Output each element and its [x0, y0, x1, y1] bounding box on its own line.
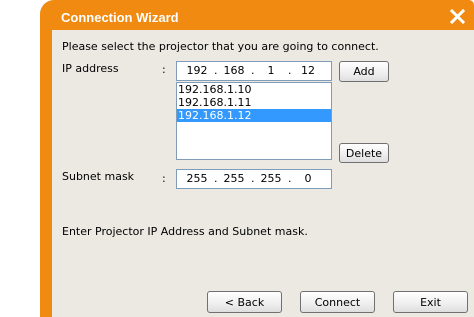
- subnet-octet-1[interactable]: [182, 171, 212, 187]
- subnet-mask-label: Subnet mask: [62, 170, 135, 183]
- instruction-text: Please select the projector that you are…: [62, 40, 379, 53]
- back-button[interactable]: < Back: [207, 291, 282, 313]
- ip-list-item[interactable]: 192.168.1.10: [177, 83, 331, 96]
- ip-octet-2[interactable]: [219, 63, 249, 79]
- ip-list-item[interactable]: 192.168.1.12: [177, 109, 331, 122]
- ip-octet-4[interactable]: [293, 63, 323, 79]
- subnet-octet-4[interactable]: [293, 171, 323, 187]
- close-button[interactable]: [449, 8, 466, 25]
- title-bar: Connection Wizard: [40, 0, 474, 30]
- close-x-icon: [449, 8, 466, 25]
- connect-button[interactable]: Connect: [300, 291, 375, 313]
- ip-address-field: . . .: [176, 61, 332, 81]
- ip-dot-3: .: [288, 64, 292, 77]
- ip-address-list[interactable]: 192.168.1.10 192.168.1.11 192.168.1.12: [176, 82, 332, 160]
- delete-button[interactable]: Delete: [339, 143, 389, 163]
- subnet-octet-2[interactable]: [219, 171, 249, 187]
- ip-list-item[interactable]: 192.168.1.11: [177, 96, 331, 109]
- exit-button[interactable]: Exit: [393, 291, 468, 313]
- window-title: Connection Wizard: [61, 10, 179, 25]
- connection-wizard-window: Connection Wizard Please select the proj…: [40, 0, 474, 317]
- ip-octet-3[interactable]: [256, 63, 286, 79]
- ip-address-colon: :: [162, 63, 166, 76]
- subnet-dot-1: .: [214, 172, 218, 185]
- subnet-mask-field: . . .: [176, 169, 332, 189]
- hint-text: Enter Projector IP Address and Subnet ma…: [62, 225, 308, 238]
- ip-dot-1: .: [214, 64, 218, 77]
- subnet-dot-2: .: [251, 172, 255, 185]
- subnet-dot-3: .: [288, 172, 292, 185]
- add-button[interactable]: Add: [339, 61, 389, 82]
- subnet-octet-3[interactable]: [256, 171, 286, 187]
- ip-address-label: IP address: [62, 62, 119, 75]
- ip-dot-2: .: [251, 64, 255, 77]
- subnet-mask-colon: :: [162, 172, 166, 185]
- ip-octet-1[interactable]: [182, 63, 212, 79]
- dialog-body: Please select the projector that you are…: [52, 30, 474, 317]
